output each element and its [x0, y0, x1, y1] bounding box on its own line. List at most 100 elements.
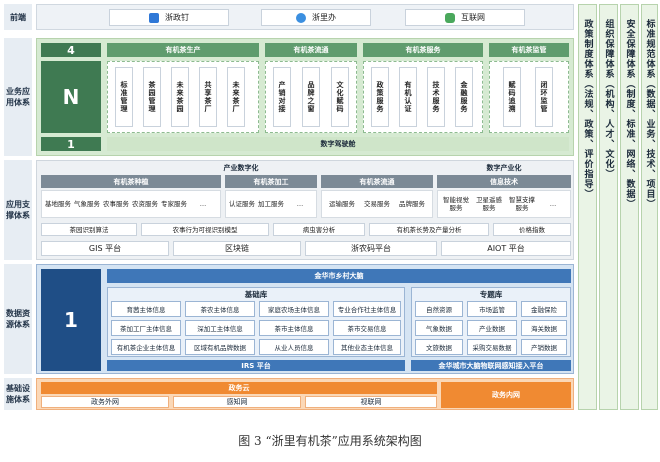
base-cell[interactable]: 茶市交易信息 [333, 320, 401, 336]
base-cell[interactable]: 茶市主体信息 [259, 320, 329, 336]
layer-label-support: 应用支撑体系 [4, 160, 32, 260]
data-layer: 1 金华市乡村大脑 基础库 育茜主体信息 茶农主体信息 家庭农场主体信息 专业合… [36, 264, 574, 374]
layer-label-front: 前端 [4, 4, 32, 30]
infra-layer: 政务云 政务外网 感知网 视联网 政务内网 [36, 378, 574, 410]
app-item[interactable]: 品牌之窗 [302, 67, 320, 127]
side-organization-system: 组织保障体系（机构、人才、文化） [599, 4, 618, 410]
app-item[interactable]: 有机认证 [399, 67, 417, 127]
group-supervision: 有机茶监管 赋码追溯 闭环监管 [489, 43, 569, 133]
group-service: 有机茶服务 政策服务 有机认证 技术服务 金融服务 [363, 43, 483, 133]
app-item[interactable]: 技术服务 [427, 67, 445, 127]
industry-digitization-label: 产业数字化 [223, 164, 259, 172]
topic-cell[interactable]: 海关数据 [521, 320, 567, 336]
support-item[interactable]: 交易服务 [362, 194, 392, 214]
algo-item[interactable]: 农事行为可视识别模型 [141, 223, 269, 236]
support-item[interactable]: 农资服务 [132, 194, 158, 214]
front-zhezhengding[interactable]: 浙政钉 [109, 9, 229, 26]
group-title: 有机茶监管 [489, 43, 569, 57]
topic-cell[interactable]: 自然资源 [415, 301, 463, 317]
topic-cell[interactable]: 市场监管 [467, 301, 517, 317]
app-item[interactable]: 金融服务 [455, 67, 473, 127]
network-item[interactable]: 视联网 [305, 396, 437, 408]
front-zhelliban[interactable]: 浙里办 [261, 9, 371, 26]
internet-icon [445, 12, 455, 23]
layer-label-data: 数据资源体系 [4, 264, 32, 374]
support-item[interactable]: 气象服务 [74, 194, 100, 214]
front-internet[interactable]: 互联网 [405, 9, 525, 26]
support-item[interactable]: 智慧支撑服务 [507, 194, 537, 214]
base-cell[interactable]: 有机茶企业主体信息 [111, 339, 181, 355]
base-cell[interactable]: 深加工主体信息 [185, 320, 255, 336]
base-cell[interactable]: 专业合作社主体信息 [333, 301, 401, 317]
dingtalk-icon [149, 12, 159, 23]
iot-platform[interactable]: 金华城市大脑物联网感知接入平台 [411, 360, 571, 371]
front-label: 浙政钉 [165, 12, 189, 22]
side-standard-system: 标准规范体系（数据、业务、技术、项目） [641, 4, 658, 410]
support-item[interactable]: 基地服务 [45, 194, 71, 214]
rural-brain: 金华市乡村大脑 [107, 269, 571, 283]
support-item[interactable]: 品牌服务 [397, 194, 427, 214]
algo-item[interactable]: 茶园识别算法 [41, 223, 137, 236]
topic-cell[interactable]: 采购交易数据 [467, 339, 517, 355]
base-cell[interactable]: 茶加工厂主体信息 [111, 320, 181, 336]
support-item-more: … [540, 194, 566, 214]
platform-blockchain[interactable]: 区块链 [173, 241, 301, 256]
irs-platform[interactable]: IRS 平台 [107, 360, 405, 371]
base-cell[interactable]: 茶农主体信息 [185, 301, 255, 317]
group-title: 有机茶流通 [265, 43, 357, 57]
app-item[interactable]: 共享茶厂 [199, 67, 217, 127]
platform-gis[interactable]: GIS 平台 [41, 241, 169, 256]
algo-item[interactable]: 价格指数 [493, 223, 571, 236]
group-production: 有机茶生产 标准管理 茶园管理 未来茶园 共享茶厂 未来茶厂 [107, 43, 259, 133]
side-security-system: 安全保障体系（制度、标准、网络、数据） [620, 4, 639, 410]
topic-cell[interactable]: 产业数据 [467, 320, 517, 336]
app-item[interactable]: 文化赋码 [331, 67, 349, 127]
app-item[interactable]: 茶园管理 [143, 67, 161, 127]
front-row: 浙政钉 浙里办 互联网 [36, 4, 574, 30]
topic-library-title: 专题库 [479, 290, 503, 299]
front-label: 互联网 [461, 12, 485, 22]
support-col-title: 有机茶种植 [41, 175, 221, 188]
app-item[interactable]: 标准管理 [115, 67, 133, 127]
support-item[interactable]: 认证服务 [229, 194, 255, 214]
base-cell[interactable]: 其他业态主体信息 [333, 339, 401, 355]
zheliban-icon [296, 12, 306, 23]
app-item[interactable]: 未来茶厂 [227, 67, 245, 127]
app-num-n: N [41, 61, 101, 133]
app-num-1: 1 [41, 137, 101, 151]
base-cell[interactable]: 从业人员信息 [259, 339, 329, 355]
support-item[interactable]: 加工服务 [258, 194, 284, 214]
support-item[interactable]: 运输服务 [327, 194, 357, 214]
support-col-title: 有机茶加工 [225, 175, 317, 188]
app-item[interactable]: 产销对接 [273, 67, 291, 127]
app-item[interactable]: 赋码追溯 [503, 67, 521, 127]
base-cell[interactable]: 区域有机品牌数据 [185, 339, 255, 355]
support-item[interactable]: 专家服务 [161, 194, 187, 214]
base-cell[interactable]: 育茜主体信息 [111, 301, 181, 317]
side-policy-system: 政策制度体系（法规、政策、评价指导） [578, 4, 597, 410]
support-item[interactable]: 卫星遥感服务 [474, 194, 504, 214]
figure-caption: 图 3 “浙里有机茶”应用系统架构图 [238, 434, 422, 448]
algo-item[interactable]: 有机茶长势及产量分析 [369, 223, 489, 236]
support-item[interactable]: 智能视觉服务 [441, 194, 471, 214]
topic-cell[interactable]: 文旅数据 [415, 339, 463, 355]
app-item[interactable]: 闭环监管 [535, 67, 553, 127]
gov-intranet[interactable]: 政务内网 [441, 382, 571, 408]
front-label: 浙里办 [312, 12, 336, 22]
base-cell[interactable]: 家庭农场主体信息 [259, 301, 329, 317]
group-title: 有机茶生产 [107, 43, 259, 57]
algo-item[interactable]: 病虫害分析 [273, 223, 365, 236]
digital-cockpit[interactable]: 数字驾驶舱 [107, 137, 569, 151]
platform-zhenongma[interactable]: 浙农码平台 [305, 241, 437, 256]
support-col-title: 有机茶流通 [321, 175, 433, 188]
app-num-4: 4 [41, 43, 101, 57]
topic-cell[interactable]: 气象数据 [415, 320, 463, 336]
app-item[interactable]: 政策服务 [371, 67, 389, 127]
topic-cell[interactable]: 产销数据 [521, 339, 567, 355]
topic-cell[interactable]: 金融保险 [521, 301, 567, 317]
platform-aiot[interactable]: AIOT 平台 [441, 241, 571, 256]
network-item[interactable]: 感知网 [173, 396, 301, 408]
support-item[interactable]: 农事服务 [103, 194, 129, 214]
app-item[interactable]: 未来茶园 [171, 67, 189, 127]
network-item[interactable]: 政务外网 [41, 396, 169, 408]
